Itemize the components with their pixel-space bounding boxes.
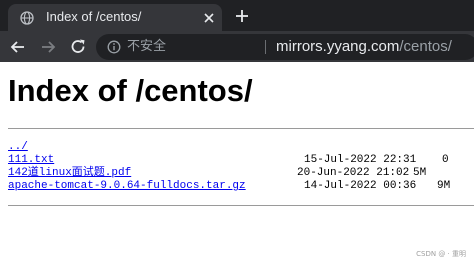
file-link[interactable]: apache-tomcat-9.0.64-fulldocs.tar.gz	[8, 180, 246, 193]
close-icon[interactable]	[201, 10, 217, 26]
globe-icon	[20, 11, 34, 25]
divider	[8, 205, 474, 206]
page-title: Index of /centos/	[8, 73, 253, 108]
list-item: 142道linux面试题.pdf 20-Jun-2022 21:02 5M	[8, 167, 474, 180]
file-link[interactable]: 142道linux面试题.pdf	[8, 167, 131, 180]
page-content: Index of /centos/ ../ 111.txt 15-Jul-202…	[0, 62, 474, 264]
tab-strip: Index of /centos/	[0, 0, 474, 31]
watermark: CSDN @ · 重明	[416, 250, 466, 258]
tab-title: Index of /centos/	[46, 9, 142, 24]
info-icon[interactable]	[107, 40, 121, 54]
parent-directory-link[interactable]: ../	[8, 141, 28, 154]
list-item: 111.txt 15-Jul-2022 22:31 0	[8, 154, 474, 167]
file-date: 14-Jul-2022 00:36	[304, 180, 417, 192]
file-size: 0	[442, 154, 449, 166]
file-link[interactable]: 111.txt	[8, 154, 54, 167]
file-date: 15-Jul-2022 22:31	[304, 154, 417, 166]
back-arrow-icon[interactable]	[8, 37, 28, 57]
omnibox-divider	[265, 40, 266, 54]
plus-icon[interactable]	[232, 6, 252, 26]
browser-toolbar: 不安全 mirrors.yyang.com/centos/	[0, 31, 474, 62]
active-tab[interactable]: Index of /centos/	[8, 4, 222, 31]
reload-icon[interactable]	[68, 37, 88, 57]
forward-arrow-icon[interactable]	[38, 37, 58, 57]
url-host: mirrors.yyang.com	[276, 38, 400, 55]
divider	[8, 128, 474, 129]
file-size: 5M	[413, 167, 427, 179]
file-size: 9M	[437, 180, 451, 192]
address-bar[interactable]: 不安全 mirrors.yyang.com/centos/	[96, 34, 474, 60]
file-listing: ../ 111.txt 15-Jul-2022 22:31 0 142道linu…	[8, 141, 474, 193]
not-secure-label[interactable]: 不安全	[127, 39, 166, 55]
list-item: ../	[8, 141, 474, 154]
url-path: /centos/	[399, 38, 452, 55]
list-item: apache-tomcat-9.0.64-fulldocs.tar.gz 14-…	[8, 180, 474, 193]
file-date: 20-Jun-2022 21:02	[297, 167, 410, 179]
url-text[interactable]: mirrors.yyang.com/centos/	[276, 38, 452, 56]
